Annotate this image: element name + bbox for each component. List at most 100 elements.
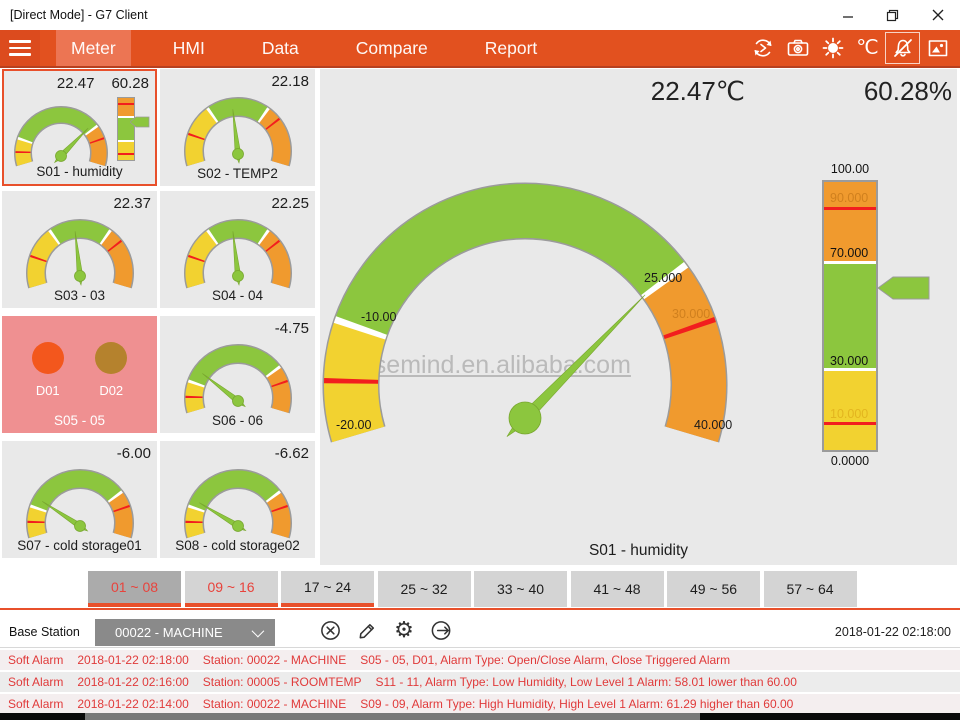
alarm-row[interactable]: Soft Alarm 2018-01-22 02:18:00 Station: 00… <box>0 650 960 670</box>
sensor-tile-s08[interactable]: -6.62 S08 - cold storage02 <box>160 441 315 558</box>
chevron-down-icon <box>252 625 265 638</box>
humidity-bar-pointer <box>877 272 931 304</box>
tile-label: S05 - 05 <box>2 413 157 428</box>
sensor-tile-s02[interactable]: 22.18 S02 - TEMP2 <box>160 69 315 186</box>
current-timestamp: 2018-01-22 02:18:00 <box>835 625 951 639</box>
camera-icon[interactable] <box>780 32 815 64</box>
gauge-low-label: -10.00 <box>361 310 396 324</box>
window-title: [Direct Mode] - G7 Client <box>10 8 148 22</box>
nav-tab-data[interactable]: Data <box>247 30 314 66</box>
tile-values: -4.75 <box>275 320 309 337</box>
digital-indicator-d01 <box>32 342 64 374</box>
humidity-reading: 60.28% <box>845 76 952 107</box>
sensor-tile-s05[interactable]: D01 D02 S05 - 05 <box>2 316 157 433</box>
edit-icon[interactable] <box>355 618 379 642</box>
alarm-row[interactable]: Soft Alarm 2018-01-22 02:14:00 Station: 00… <box>0 694 960 714</box>
nav-tabs: Meter HMI Data Compare Report <box>56 30 579 66</box>
brightness-icon[interactable] <box>815 32 850 64</box>
sync-icon[interactable] <box>745 32 780 64</box>
sensor-tile-s03[interactable]: 22.37 S03 - 03 <box>2 191 157 308</box>
bar-max-label: 100.00 <box>822 162 878 176</box>
snapshot-icon[interactable] <box>920 32 955 64</box>
digital-indicator-d02 <box>95 342 127 374</box>
tile-label: S07 - cold storage01 <box>2 538 157 553</box>
temperature-reading: 22.47℃ <box>600 76 745 107</box>
alarm-detail: S11 - 11, Alarm Type: Low Humidity, Low … <box>376 675 797 689</box>
gauge-alarm-high-label: 30.000 <box>672 307 710 321</box>
bar-min-label: 0.0000 <box>822 454 878 468</box>
base-station-value: 00022 - MACHINE <box>95 625 223 640</box>
group-tab-01-08[interactable]: 01 ~ 08 <box>88 571 181 607</box>
bar-alarm-high-label: 90.000 <box>830 191 868 205</box>
alarm-station: Station: 00022 - MACHINE <box>203 653 346 667</box>
channel-label: D02 <box>99 383 123 398</box>
menu-button[interactable] <box>0 30 40 66</box>
nav-tab-report[interactable]: Report <box>470 30 553 66</box>
base-station-select[interactable]: 00022 - MACHINE <box>95 619 275 646</box>
tile-values: 22.37 <box>113 195 151 212</box>
bar-low-label: 30.000 <box>830 354 868 368</box>
tile-label: S02 - TEMP2 <box>160 166 315 181</box>
tile-values: 22.18 <box>271 73 309 90</box>
alarm-time: 2018-01-22 02:14:00 <box>77 697 188 711</box>
sensor-tile-s07[interactable]: -6.00 S07 - cold storage01 <box>2 441 157 558</box>
tile-values: -6.62 <box>275 445 309 462</box>
alarm-station: Station: 00022 - MACHINE <box>203 697 346 711</box>
alarm-row[interactable]: Soft Alarm2018-01-22 02:16:00Station: 00… <box>0 672 960 692</box>
alarm-mute-icon[interactable] <box>885 32 920 64</box>
export-icon[interactable] <box>429 618 453 642</box>
group-tab-57-64[interactable]: 57 ~ 64 <box>764 571 857 607</box>
cancel-icon[interactable] <box>318 618 342 642</box>
tile-gauge <box>5 213 155 297</box>
tile-label: S03 - 03 <box>2 288 157 303</box>
titlebar: [Direct Mode] - G7 Client <box>0 0 960 30</box>
nav-tab-compare[interactable]: Compare <box>341 30 443 66</box>
group-tab-33-40[interactable]: 33 ~ 40 <box>474 571 567 607</box>
nav-tab-meter[interactable]: Meter <box>56 30 131 66</box>
close-button[interactable] <box>915 0 960 30</box>
group-tab-49-56[interactable]: 49 ~ 56 <box>667 571 760 607</box>
base-station-label: Base Station <box>9 625 80 639</box>
alarm-type: Soft Alarm <box>8 653 63 667</box>
tile-label: S01 - humidity <box>4 164 155 179</box>
settings-icon[interactable]: ⚙ <box>392 618 416 642</box>
tile-values: 22.4760.28 <box>57 75 149 92</box>
alarm-time: 2018-01-22 02:18:00 <box>77 653 188 667</box>
nav-bar: Meter HMI Data Compare Report ℃ <box>0 30 960 68</box>
bar-alarm-low-label: 10.000 <box>830 407 868 421</box>
alarm-station: Station: 00005 - ROOMTEMP <box>203 675 362 689</box>
sensor-tile-s04[interactable]: 22.25S04 - 04 <box>160 191 315 308</box>
bar-high-label: 70.000 <box>830 246 868 260</box>
tile-gauge <box>5 463 155 547</box>
gauge-max-label: 40.000 <box>694 418 732 432</box>
restore-button[interactable] <box>870 0 915 30</box>
footer-toolbar: ⚙ <box>318 618 453 642</box>
window-controls <box>825 0 960 30</box>
minimize-button[interactable] <box>825 0 870 30</box>
group-tab-25-32[interactable]: 25 ~ 32 <box>378 571 471 607</box>
tile-values: -6.00 <box>117 445 151 462</box>
nav-tab-hmi[interactable]: HMI <box>158 30 220 66</box>
group-tab-09-16[interactable]: 09 ~ 16 <box>185 571 278 607</box>
sensor-tile-s06[interactable]: -4.75 S06 - 06 <box>160 316 315 433</box>
tile-label: S08 - cold storage02 <box>160 538 315 553</box>
channel-label: D01 <box>36 383 60 398</box>
celsius-icon[interactable]: ℃ <box>850 32 885 64</box>
alarm-detail: S09 - 09, Alarm Type: High Humidity, Hig… <box>360 697 793 711</box>
sensor-tile-s01[interactable]: 22.4760.28 S01 - humidity <box>2 69 157 186</box>
tile-label: S04 - 04 <box>160 288 315 303</box>
gauge-min-label: -20.00 <box>336 418 371 432</box>
selected-sensor-label: S01 - humidity <box>320 542 957 560</box>
alarm-type: Soft Alarm <box>8 697 63 711</box>
alarm-type: Soft Alarm <box>8 675 63 689</box>
footer-bar: Base Station 00022 - MACHINE ⚙ 2018-01-2… <box>0 610 960 648</box>
tile-gauge <box>163 213 313 297</box>
group-tab-17-24[interactable]: 17 ~ 24 <box>281 571 374 607</box>
group-tab-41-48[interactable]: 41 ~ 48 <box>571 571 664 607</box>
window-bottom-edge <box>0 713 960 720</box>
nav-toolbar: ℃ <box>745 31 955 65</box>
gauge-high-label: 25.000 <box>644 271 682 285</box>
tile-gauge <box>163 338 313 422</box>
tile-label: S06 - 06 <box>160 413 315 428</box>
tile-gauge <box>163 463 313 547</box>
